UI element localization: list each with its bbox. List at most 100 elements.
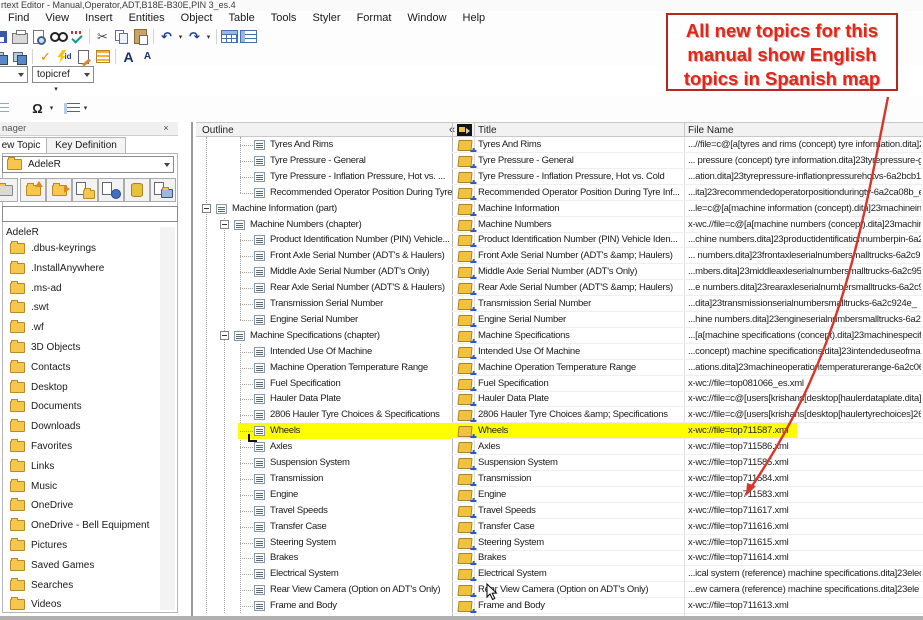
outline-grid-row[interactable]: Suspension System x-wc://file=top711585.x… <box>452 455 923 471</box>
title-cell[interactable]: Electrical System <box>478 568 683 579</box>
title-cell[interactable]: 2806 Hauler Tyre Choices &amp; Specifica… <box>478 409 683 420</box>
outline-tree-item[interactable]: Transfer Case <box>196 519 452 535</box>
menu-entities[interactable]: Entities <box>121 11 173 26</box>
outline-tree-item[interactable]: Engine <box>196 487 452 503</box>
outline-grid-row[interactable]: Engine x-wc://file=top711583.xml <box>452 487 923 503</box>
title-cell[interactable]: Middle Axle Serial Number (ADT's Only) <box>478 266 683 277</box>
dotted-list-icon[interactable] <box>0 99 10 117</box>
edit-page-icon[interactable] <box>74 48 93 66</box>
title-cell[interactable]: Travel Speeds <box>478 505 683 516</box>
filename-cell[interactable]: ...chine numbers.dita]23productidentific… <box>688 234 921 245</box>
special-character-dropdown-icon[interactable]: ▾ <box>47 104 56 112</box>
filename-cell[interactable]: x-wc://file=top711616.xml <box>688 521 921 532</box>
outline-grid-row[interactable]: Tyre Pressure - Inflation Pressure, Hot … <box>452 169 923 185</box>
bottom-scrollbar[interactable] <box>0 616 923 620</box>
outline-tree-item[interactable]: Product Identification Number (PIN) Vehi… <box>196 232 452 248</box>
close-icon[interactable]: × <box>160 123 172 134</box>
filename-cell[interactable]: ...//file=c@[a[tyres and rims (concept) … <box>688 139 921 150</box>
outline-grid-row[interactable]: Tyres And Rims ...//file=c@[a[tyres and r… <box>452 137 923 153</box>
folder-item[interactable]: .wf <box>0 320 44 335</box>
undo-icon[interactable]: ↶ <box>157 28 176 46</box>
duplicate-icon[interactable] <box>0 48 10 66</box>
menu-table[interactable]: Table <box>220 11 262 26</box>
title-cell[interactable]: Transmission <box>478 473 683 484</box>
special-character-icon[interactable]: Ω <box>28 99 47 117</box>
outline-grid-row[interactable]: Engine Serial Number ...hine numbers.dita… <box>452 312 923 328</box>
folder-tree-root[interactable]: AdeleR <box>6 227 39 238</box>
folder-item[interactable]: Contacts <box>0 359 70 375</box>
outline-grid-row[interactable]: 2806 Hauler Tyre Choices &amp; Specifica… <box>452 407 923 424</box>
folder-item[interactable]: Links <box>0 458 54 474</box>
outline-grid-row[interactable]: Travel Speeds x-wc://file=top711617.xml <box>452 503 923 519</box>
outline-tree-item[interactable]: Frame and Body <box>196 598 452 614</box>
styles-icon[interactable] <box>93 48 112 66</box>
menu-window[interactable]: Window <box>399 11 454 26</box>
outline-tree-item[interactable]: Fuel Specification <box>196 376 452 392</box>
numbered-list-dropdown-icon[interactable]: ▾ <box>81 104 90 112</box>
up-folder-button[interactable] <box>20 178 46 202</box>
outline-grid-row[interactable]: Steering System x-wc://file=top711615.xml <box>452 535 923 551</box>
title-cell[interactable]: Front Axle Serial Number (ADT's &amp; Ha… <box>478 250 683 261</box>
menu-find[interactable]: Find <box>0 11 37 26</box>
folder-item[interactable]: Music <box>0 478 57 494</box>
outline-tree-item[interactable]: Travel Speeds <box>196 503 452 519</box>
filename-cell[interactable]: x-wc://file=top711587.xml <box>688 425 921 436</box>
element-dropdown[interactable]: topicref <box>32 66 94 83</box>
outline-grid-row[interactable]: Middle Axle Serial Number (ADT's Only)..… <box>452 264 923 281</box>
font-larger-icon[interactable]: A <box>119 48 138 66</box>
filename-cell[interactable]: ...e numbers.dita]23rearaxleserialnumber… <box>688 282 921 293</box>
folder-item[interactable]: 3D Objects <box>0 340 80 355</box>
outline-tree-item[interactable]: Axles <box>196 439 452 455</box>
layers-icon[interactable] <box>10 48 29 66</box>
folder-item[interactable]: Desktop <box>0 379 68 395</box>
outline-grid-row[interactable]: Brakes x-wc://file=top711614.xml <box>452 550 923 567</box>
folder-item[interactable]: Downloads <box>0 419 80 434</box>
outline-grid-row[interactable]: Rear View Camera (Option on ADT's Only).… <box>452 582 923 599</box>
filename-cell[interactable]: ...ation.dita]23tyrepressure-inflationpr… <box>688 171 921 182</box>
filename-cell[interactable]: x-wc.//file=c@[a[machine numbers (concep… <box>688 219 921 230</box>
folder-properties-button[interactable] <box>150 178 176 202</box>
outline-grid-row[interactable]: Rear Axle Serial Number (ADT'S &amp; Hau… <box>452 280 923 297</box>
outline-grid-row[interactable]: Hauler Data Plate x-wc://file=c@[users[kr… <box>452 391 923 408</box>
numbered-list-icon[interactable] <box>62 99 81 117</box>
column-header-title[interactable]: Title <box>478 124 497 137</box>
title-cell[interactable]: Tyre Pressure - General <box>478 155 683 166</box>
outline-grid-row[interactable]: Fuel Specification x-wc://file=top081066_… <box>452 376 923 392</box>
filename-cell[interactable]: x-wc://file=top711585.xml <box>688 457 921 468</box>
outline-tree-item[interactable]: Transmission <box>196 471 452 487</box>
title-cell[interactable]: Suspension System <box>478 457 683 468</box>
outline-tree-item[interactable]: Rear View Camera (Option on ADT's Only) <box>196 582 452 598</box>
save-icon[interactable] <box>0 28 10 46</box>
validate-check-icon[interactable]: ✓ <box>36 48 55 66</box>
filename-cell[interactable]: x-wc://file=top711615.xml <box>688 537 921 548</box>
outline-grid-row[interactable]: Machine Information ...le=c@[a[machine in… <box>452 201 923 217</box>
title-cell[interactable]: Tyre Pressure - Inflation Pressure, Hot … <box>478 171 683 182</box>
filename-cell[interactable]: x-wc://file=top711617.xml <box>688 505 921 516</box>
title-cell[interactable]: Frame and Body <box>478 600 683 611</box>
outline-tree-item[interactable]: Tyre Pressure - Inflation Pressure, Hot … <box>196 169 452 185</box>
outline-grid-row[interactable]: Electrical System ...ical system (referen… <box>452 566 923 583</box>
folder-item[interactable]: Videos <box>0 597 61 612</box>
outline-grid-row[interactable]: Front Axle Serial Number (ADT's &amp; Ha… <box>452 248 923 265</box>
filename-cell[interactable]: x-wc://file=c@[users[krishans[desktop[ha… <box>688 393 921 404</box>
paste-icon[interactable] <box>131 28 150 46</box>
filename-cell[interactable]: ... pressure (concept) tyre information.… <box>688 155 921 166</box>
paste-into-button[interactable] <box>72 178 98 202</box>
title-cell[interactable]: Rear View Camera (Option on ADT's Only) <box>478 584 683 595</box>
toolbar-overflow-dropdown-icon[interactable]: ▾ <box>48 85 64 95</box>
table-view-icon[interactable] <box>239 28 258 46</box>
filename-cell[interactable]: x-wc://file=top081066_es.xml <box>688 378 921 389</box>
filename-cell[interactable]: ...ew camera (reference) machine specifi… <box>688 584 921 595</box>
title-cell[interactable]: Rear Axle Serial Number (ADT'S &amp; Hau… <box>478 282 683 293</box>
menu-styler[interactable]: Styler <box>304 11 348 26</box>
back-folder-button[interactable] <box>0 178 18 202</box>
filename-cell[interactable]: ...ical system (reference) machine speci… <box>688 568 921 579</box>
outline-tree-item[interactable]: Rear Axle Serial Number (ADT'S & Haulers… <box>196 280 452 296</box>
copy-icon[interactable] <box>112 28 131 46</box>
filename-cell[interactable]: ...hine numbers.dita]23engineserialnumbe… <box>688 314 921 325</box>
outline-grid-row[interactable]: Intended Use Of Machine ...concept) machi… <box>452 344 923 360</box>
outline-tree-item[interactable]: Brakes <box>196 550 452 566</box>
title-cell[interactable]: Machine Specifications <box>478 330 683 341</box>
folder-tree-scrollbar[interactable] <box>160 227 175 610</box>
title-cell[interactable]: Engine Serial Number <box>478 314 683 325</box>
